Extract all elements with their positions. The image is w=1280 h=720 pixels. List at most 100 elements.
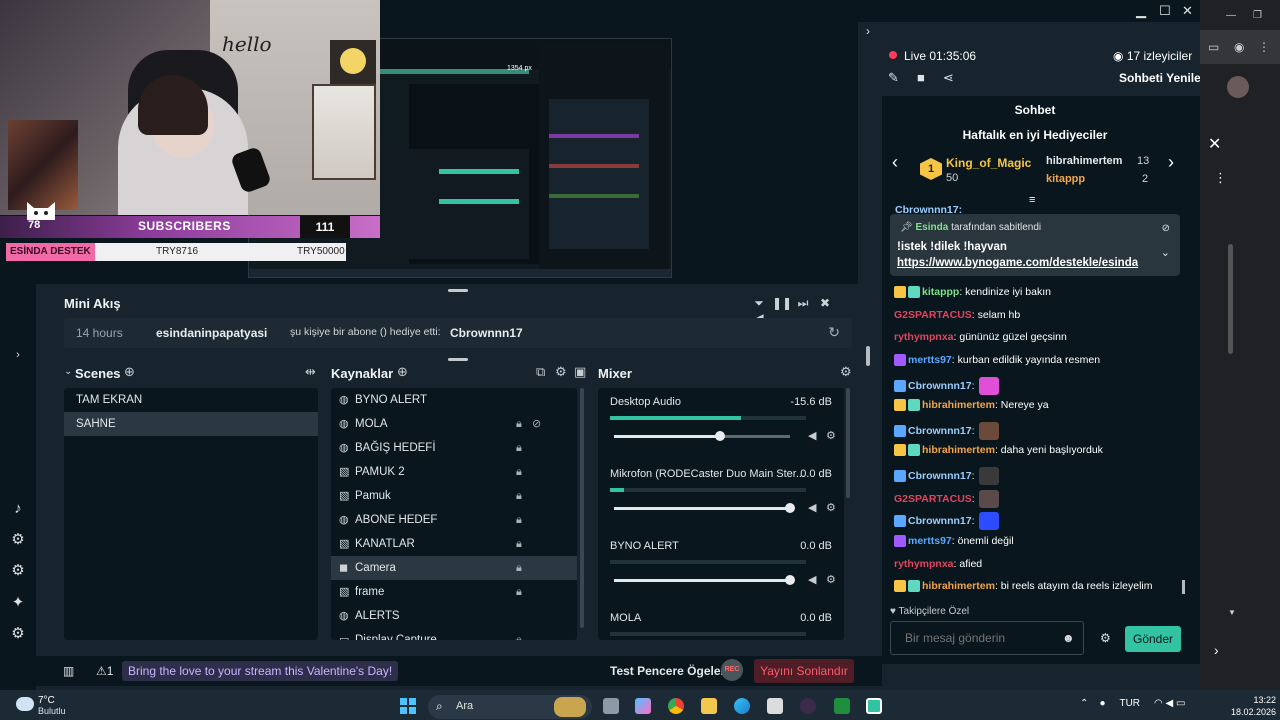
app-icon-1[interactable]: ⚙ [9, 531, 27, 549]
pencil-icon[interactable]: ✎ [888, 70, 899, 85]
chat-username[interactable]: mertts97 [908, 535, 952, 547]
prev-icon[interactable]: ‹ [892, 152, 898, 173]
avatar[interactable] [1227, 76, 1249, 98]
source-item[interactable]: ▭ Display Capture 🔒︎ [331, 628, 577, 640]
mute-alerts-icon[interactable]: ✖ [816, 296, 834, 310]
settings-icon[interactable]: ⚙ [826, 573, 836, 586]
close-icon[interactable]: ✕ [1208, 134, 1221, 154]
copilot-icon[interactable] [635, 698, 651, 714]
skip-icon[interactable]: ⏭ [794, 296, 812, 311]
lock-icon[interactable]: 🔒︎ [516, 460, 522, 484]
chevron-down-icon[interactable]: ⌄ [1161, 246, 1170, 259]
source-item[interactable]: ◍ BAĞIŞ HEDEFİ 🔒︎ [331, 436, 577, 460]
chevron-right-icon[interactable]: › [9, 346, 27, 364]
browser-scrollbar[interactable] [1228, 244, 1233, 354]
emoji-icon[interactable]: ☻ [1062, 631, 1075, 645]
refresh-chat-button[interactable]: Sohbeti Yenile [1119, 71, 1201, 85]
taskbar-clock[interactable]: 13:22 18.02.2026 [1222, 694, 1276, 718]
volume-slider[interactable] [614, 431, 790, 441]
settings-icon[interactable]: ⚙ [9, 625, 27, 643]
edge-icon[interactable] [734, 698, 750, 714]
chat-username[interactable]: G2SPARTACUS [894, 309, 972, 321]
minimize-icon[interactable]: ▁ [1136, 3, 1146, 19]
pause-icon[interactable]: ❚❚ [772, 296, 792, 310]
mixer-settings-icon[interactable]: ⚙ [840, 364, 852, 380]
source-item[interactable]: ◍ ABONE HEDEF 🔒︎ [331, 508, 577, 532]
lock-icon[interactable]: 🔒︎ [516, 436, 522, 460]
source-item[interactable]: ▧ Pamuk 🔒︎ [331, 484, 577, 508]
chat-username[interactable]: Cbrownnn17 [908, 425, 972, 437]
app-icon[interactable] [800, 698, 816, 714]
chat-username[interactable]: Cbrownnn17 [908, 515, 972, 527]
chat-username[interactable]: hibrahimertem [922, 580, 995, 592]
lock-icon[interactable]: 🔒︎ [516, 628, 522, 640]
chat-username[interactable]: G2SPARTACUS [894, 493, 972, 505]
lock-icon[interactable]: 🔒︎ [516, 532, 522, 556]
source-item[interactable]: ◍ ALERTS [331, 604, 577, 628]
taskbar-search[interactable]: ⌕ Ara [428, 695, 592, 719]
lock-icon[interactable]: 🔒︎ [516, 580, 522, 604]
chat-username[interactable]: Cbrownnn17 [908, 470, 972, 482]
restore-icon[interactable]: ❐ [1253, 10, 1262, 21]
chat-username[interactable]: mertts97 [908, 354, 952, 366]
chevron-right-icon[interactable]: › [866, 24, 870, 38]
task-view-icon[interactable] [603, 698, 619, 714]
chat-scrollbar[interactable] [1182, 580, 1185, 594]
speaker-icon[interactable]: ◀ [1165, 698, 1173, 709]
settings-icon[interactable]: ⚙ [826, 501, 836, 514]
maximize-icon[interactable]: ☐ [1159, 3, 1171, 19]
lock-icon[interactable]: 🔒︎ [516, 508, 522, 532]
volume-slider[interactable] [614, 503, 795, 513]
scene-item-selected[interactable]: SAHNE [64, 412, 318, 436]
more-icon[interactable]: ⋮ [1258, 40, 1270, 54]
chat-username[interactable]: kitappp [922, 286, 959, 298]
xbox-icon[interactable] [834, 698, 850, 714]
hide-icon[interactable]: ⊘ [1162, 223, 1170, 234]
chat-username[interactable]: Cbrownnn17 [908, 380, 972, 392]
stats-icon[interactable]: ▥ [63, 664, 74, 678]
collapse-icon[interactable]: ⇹ [305, 364, 316, 380]
volume-slider[interactable] [614, 575, 795, 585]
settings-icon[interactable]: ⚙ [826, 429, 836, 442]
chat-username[interactable]: hibrahimertem [922, 399, 995, 411]
filter-icon[interactable]: ⏷ [750, 296, 768, 311]
source-item[interactable]: ▧ PAMUK 2 🔒︎ [331, 460, 577, 484]
sparkle-icon[interactable]: ✦ [9, 594, 27, 612]
cast-icon[interactable]: ▭ [1208, 40, 1219, 54]
next-icon[interactable]: › [1168, 152, 1174, 173]
pinned-link[interactable]: https://www.bynogame.com/destekle/esinda [897, 257, 1138, 269]
camera-icon[interactable]: ■ [917, 70, 925, 85]
source-item[interactable]: ◍ MOLA 🔒︎ ⊘ [331, 412, 577, 436]
lock-icon[interactable]: 🔒︎ [516, 484, 522, 508]
close-icon[interactable]: ✕ [1182, 3, 1193, 19]
lang[interactable]: TUR [1119, 698, 1140, 709]
battery-icon[interactable]: ▭ [1176, 698, 1185, 709]
source-item-selected[interactable]: ◼ Camera 🔒︎ [331, 556, 577, 580]
chat-settings-icon[interactable]: ⚙ [1100, 631, 1111, 645]
file-explorer-icon[interactable] [701, 698, 717, 714]
volume-icon[interactable]: ◀ [808, 501, 816, 514]
lock-icon[interactable]: 🔒︎ [516, 556, 522, 580]
group-icon[interactable]: ⧉ [536, 364, 545, 380]
chevron-up-icon[interactable]: ⌃ [1080, 698, 1088, 709]
account-icon[interactable]: ◉ [1234, 40, 1244, 54]
chat-input[interactable] [890, 621, 1084, 655]
minimize-icon[interactable]: — [1226, 10, 1236, 21]
visibility-off-icon[interactable]: ⊘ [532, 412, 541, 436]
share-icon[interactable]: ⋖ [943, 70, 954, 85]
mixer-scrollbar[interactable] [846, 388, 850, 498]
chrome-icon[interactable] [668, 698, 684, 714]
chevron-right-icon[interactable]: › [1214, 642, 1219, 658]
volume-icon[interactable]: ◀ [808, 573, 816, 586]
chevron-down-icon[interactable]: ⌄ [64, 366, 72, 377]
source-settings-icon[interactable]: ⚙ [555, 364, 567, 380]
menu-icon[interactable]: ≡ [1029, 194, 1035, 206]
add-scene-icon[interactable]: ⊕ [124, 364, 135, 380]
app-icon-2[interactable]: ⚙ [9, 562, 27, 580]
more-icon[interactable]: ⋮ [1214, 170, 1227, 186]
resize-handle[interactable] [448, 358, 468, 361]
weather-widget[interactable]: 7°C Bulutlu [16, 695, 96, 717]
record-button[interactable]: REC [721, 659, 743, 681]
test-widgets-button[interactable]: Test Pencere Ögeleri [610, 664, 729, 678]
chat-username[interactable]: rythympnxa [894, 558, 954, 570]
